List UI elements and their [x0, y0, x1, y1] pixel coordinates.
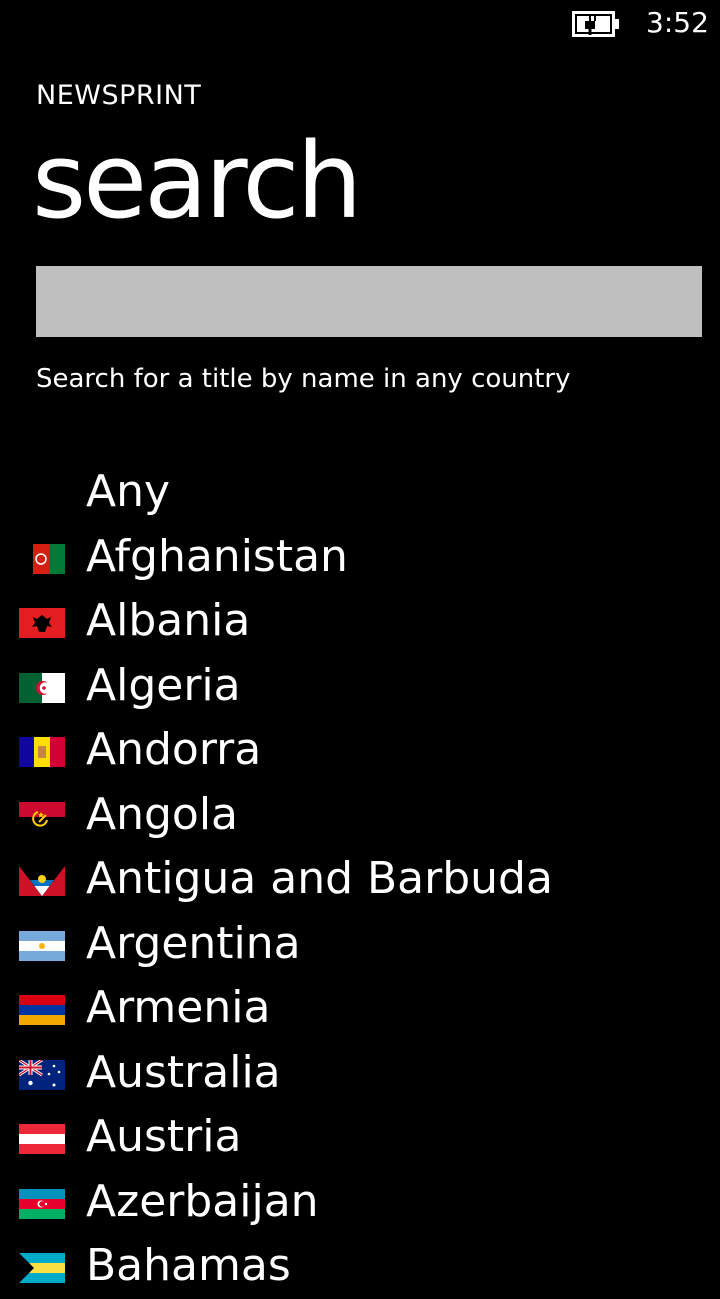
- country-name: Albania: [86, 595, 251, 646]
- armenia-flag-icon: [19, 995, 65, 1025]
- list-item-albania[interactable]: Albania: [0, 589, 720, 654]
- country-list: Any Afghanistan Albania Algeria Andorra …: [0, 460, 720, 1299]
- angola-flag-icon: [19, 801, 65, 832]
- list-item-algeria[interactable]: Algeria: [0, 654, 720, 719]
- country-name: Antigua and Barbuda: [86, 853, 553, 904]
- country-name: Austria: [86, 1111, 242, 1162]
- country-name: Any: [86, 466, 171, 517]
- algeria-flag-icon: [19, 672, 65, 703]
- austria-flag-icon: [19, 1124, 65, 1154]
- country-name: Azerbaijan: [86, 1175, 319, 1227]
- albania-flag-icon: [19, 608, 65, 638]
- afghanistan-flag-icon: [19, 543, 65, 574]
- list-item-azerbaijan[interactable]: Azerbaijan: [0, 1170, 720, 1235]
- clock: 3:52: [646, 6, 709, 39]
- andorra-flag-icon: [19, 737, 65, 767]
- list-item-austria[interactable]: Austria: [0, 1105, 720, 1170]
- country-name: Afghanistan: [86, 530, 348, 582]
- list-item-bahamas[interactable]: Bahamas: [0, 1234, 720, 1299]
- country-name: Algeria: [86, 659, 241, 711]
- country-name: Australia: [86, 1046, 281, 1098]
- australia-flag-icon: [19, 1059, 65, 1090]
- list-item-australia[interactable]: Australia: [0, 1041, 720, 1106]
- list-item-armenia[interactable]: Armenia: [0, 976, 720, 1041]
- page-title: search: [32, 120, 362, 242]
- bahamas-flag-icon: [19, 1253, 65, 1283]
- antigua-flag-icon: [19, 866, 65, 896]
- list-item-andorra[interactable]: Andorra: [0, 718, 720, 783]
- country-name: Armenia: [86, 982, 271, 1033]
- app-name: NEWSPRINT: [36, 80, 202, 111]
- azerbaijan-flag-icon: [19, 1188, 65, 1219]
- list-item-afghanistan[interactable]: Afghanistan: [0, 525, 720, 590]
- country-name: Bahamas: [86, 1240, 291, 1291]
- list-item-any[interactable]: Any: [0, 460, 720, 525]
- status-bar: 3:52: [0, 0, 720, 48]
- country-name: Angola: [86, 788, 239, 840]
- country-name: Argentina: [86, 917, 301, 969]
- battery-charging-icon: [572, 11, 619, 37]
- list-item-angola[interactable]: Angola: [0, 783, 720, 848]
- list-item-antigua-and-barbuda[interactable]: Antigua and Barbuda: [0, 847, 720, 912]
- search-hint: Search for a title by name in any countr…: [36, 364, 571, 394]
- list-item-argentina[interactable]: Argentina: [0, 912, 720, 977]
- search-input[interactable]: [36, 266, 702, 337]
- argentina-flag-icon: [19, 930, 65, 961]
- country-name: Andorra: [86, 724, 262, 775]
